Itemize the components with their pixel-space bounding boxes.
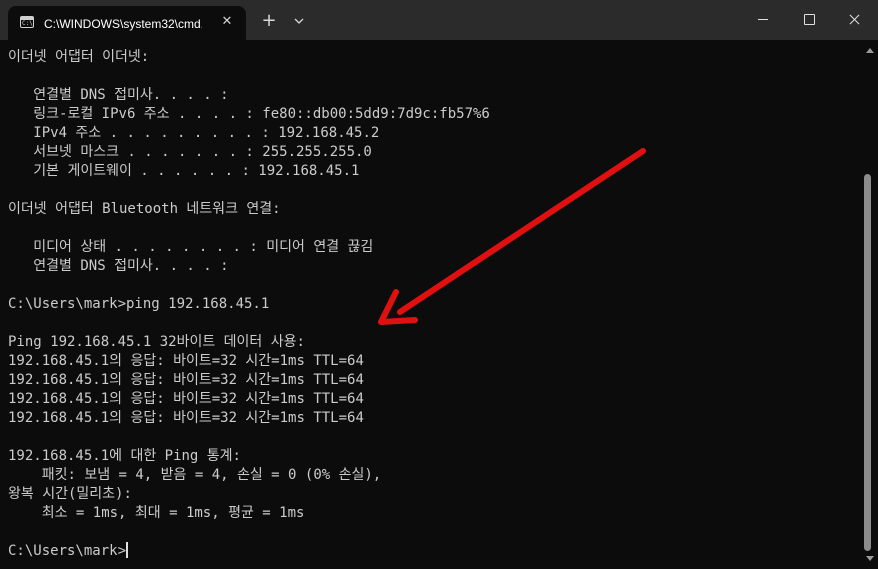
terminal-window: C:\ C:\WINDOWS\system32\cmd.exe ✕ + 이더넷 … — [0, 0, 878, 569]
scrollbar-thumb[interactable] — [864, 174, 871, 551]
new-tab-button[interactable]: + — [258, 10, 280, 32]
terminal-line: 서브넷 마스크 . . . . . . . : 255.255.255.0 — [8, 144, 372, 160]
terminal-icon: C:\ — [20, 16, 34, 28]
close-tab-icon[interactable]: ✕ — [218, 13, 236, 31]
terminal-line: C:\Users\mark>ping 192.168.45.1 — [8, 296, 270, 312]
terminal-line: 192.168.45.1의 응답: 바이트=32 시간=1ms TTL=64 — [8, 410, 364, 426]
terminal-line: 링크-로컬 IPv6 주소 . . . . : fe80::db00:5dd9:… — [8, 106, 490, 122]
terminal-line: Ping 192.168.45.1 32바이트 데이터 사용: — [8, 334, 305, 350]
chevron-down-icon — [294, 18, 304, 24]
scroll-up-arrow-icon[interactable] — [866, 48, 874, 53]
terminal-line: 연결별 DNS 접미사. . . . : — [8, 87, 229, 103]
terminal-line: 192.168.45.1의 응답: 바이트=32 시간=1ms TTL=64 — [8, 372, 364, 388]
terminal-line: IPv4 주소 . . . . . . . . . : 192.168.45.2 — [8, 125, 380, 141]
terminal-line: 192.168.45.1의 응답: 바이트=32 시간=1ms TTL=64 — [8, 391, 364, 407]
tab-title: C:\WINDOWS\system32\cmd.exe — [44, 17, 202, 31]
terminal-line: 미디어 상태 . . . . . . . . : 미디어 연결 끊김 — [8, 239, 374, 255]
terminal-line: 연결별 DNS 접미사. . . . : — [8, 258, 229, 274]
terminal-prompt-line[interactable]: C:\Users\mark> — [8, 542, 858, 561]
terminal-line: 패킷: 보냄 = 4, 받음 = 4, 손실 = 0 (0% 손실), — [8, 467, 382, 483]
vertical-scrollbar[interactable] — [860, 40, 878, 569]
terminal-prompt: C:\Users\mark> — [8, 543, 127, 559]
terminal-line: 이더넷 어댑터 이더넷: — [8, 49, 150, 65]
terminal-line: 192.168.45.1에 대한 Ping 통계: — [8, 448, 241, 464]
terminal-line: 최소 = 1ms, 최대 = 1ms, 평균 = 1ms — [8, 505, 305, 521]
terminal-line: 왕복 시간(밀리초): — [8, 486, 132, 502]
terminal-output[interactable]: 이더넷 어댑터 이더넷: 연결별 DNS 접미사. . . . : 링크-로컬 … — [8, 48, 858, 566]
scroll-down-arrow-icon[interactable] — [866, 556, 874, 561]
maximize-button[interactable] — [786, 0, 832, 40]
title-bar[interactable]: C:\ C:\WINDOWS\system32\cmd.exe ✕ + — [0, 0, 878, 40]
terminal-line: 이더넷 어댑터 Bluetooth 네트워크 연결: — [8, 201, 281, 217]
terminal-line: 192.168.45.1의 응답: 바이트=32 시간=1ms TTL=64 — [8, 353, 364, 369]
terminal-line: 기본 게이트웨이 . . . . . . : 192.168.45.1 — [8, 163, 360, 179]
tab-dropdown-button[interactable] — [288, 10, 310, 32]
close-window-button[interactable] — [832, 0, 878, 40]
text-cursor — [126, 542, 129, 558]
minimize-button[interactable] — [740, 0, 786, 40]
tab-cmd[interactable]: C:\ C:\WINDOWS\system32\cmd.exe ✕ — [8, 6, 246, 40]
